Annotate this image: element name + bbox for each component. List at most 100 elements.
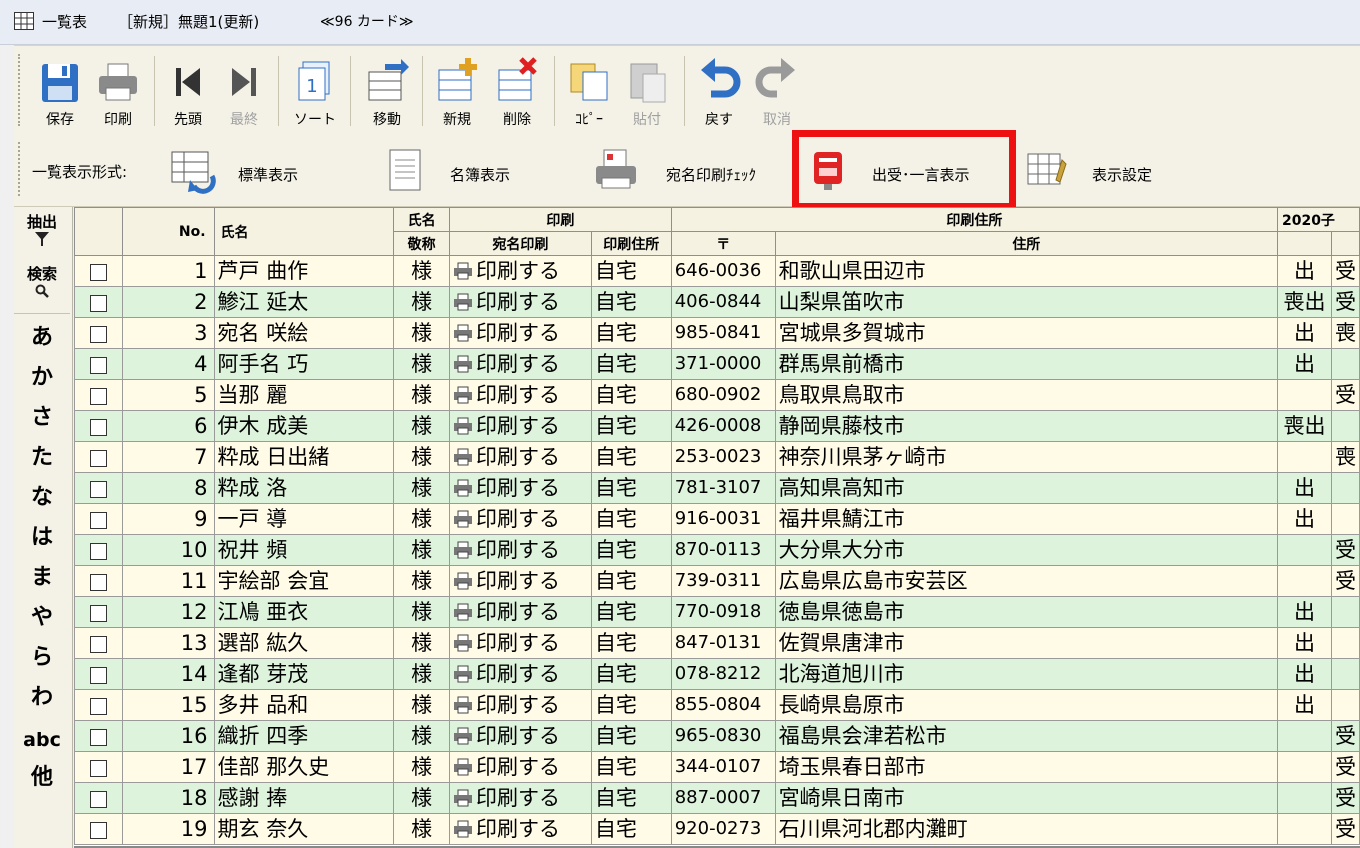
row-name[interactable]: 選部 紘久 bbox=[213, 627, 395, 659]
row-zip[interactable]: 078-8212 bbox=[670, 658, 776, 690]
mail-note-view-button[interactable]: 出受･一言表示 bbox=[804, 138, 1004, 202]
row-title[interactable]: 様 bbox=[393, 379, 451, 411]
row-received[interactable] bbox=[1330, 689, 1360, 721]
row-sent[interactable]: 出 bbox=[1276, 658, 1332, 690]
row-print[interactable]: 印刷する bbox=[449, 503, 592, 535]
row-zip[interactable]: 680-0902 bbox=[670, 379, 776, 411]
toolbar-grip[interactable] bbox=[18, 142, 22, 196]
row-checkbox[interactable] bbox=[89, 418, 107, 436]
row-sent[interactable]: 出 bbox=[1276, 348, 1332, 380]
row-sent[interactable]: 出 bbox=[1276, 317, 1332, 349]
new-button[interactable]: 新規 bbox=[428, 52, 486, 130]
index-other[interactable]: 他 bbox=[14, 765, 70, 791]
row-title[interactable]: 様 bbox=[393, 689, 451, 721]
print-group-header[interactable]: 印刷 bbox=[449, 207, 672, 232]
table-row[interactable]: 14 逢都 芽茂様 印刷する 自宅 078-8212 北海道旭川市出 bbox=[74, 658, 1360, 690]
row-sent[interactable]: 喪出 bbox=[1276, 286, 1332, 318]
row-zip[interactable]: 344-0107 bbox=[670, 751, 776, 783]
redo-button[interactable]: 取消 bbox=[748, 52, 806, 130]
row-received[interactable]: 受 bbox=[1330, 813, 1360, 845]
row-received[interactable]: 受 bbox=[1330, 379, 1360, 411]
row-address-type[interactable]: 自宅 bbox=[590, 503, 672, 535]
index-a[interactable]: あ bbox=[14, 325, 70, 351]
row-address[interactable]: 徳島県徳島市 bbox=[774, 596, 1278, 628]
table-row[interactable]: 6 伊木 成美様 印刷する 自宅 426-0008 静岡県藤枝市 喪出 bbox=[74, 410, 1360, 442]
row-name[interactable]: 祝井 頻 bbox=[213, 534, 395, 566]
row-print[interactable]: 印刷する bbox=[449, 689, 592, 721]
row-zip[interactable]: 847-0131 bbox=[670, 627, 776, 659]
print-check-button[interactable]: 宛名印刷ﾁｪｯｸ bbox=[592, 138, 782, 202]
sort-button[interactable]: 1 ソート bbox=[286, 52, 344, 130]
last-button[interactable]: 最終 bbox=[216, 52, 272, 130]
year-group-header[interactable]: 2020子 bbox=[1276, 207, 1360, 232]
no-column-header[interactable]: No. bbox=[121, 207, 215, 256]
row-address[interactable]: 神奈川県茅ヶ崎市 bbox=[774, 441, 1278, 473]
row-address-type[interactable]: 自宅 bbox=[590, 782, 672, 814]
row-print[interactable]: 印刷する bbox=[449, 410, 592, 442]
move-button[interactable]: 移動 bbox=[358, 52, 416, 130]
row-address[interactable]: 高知県高知市 bbox=[774, 472, 1278, 504]
received-column-header[interactable] bbox=[1330, 231, 1360, 256]
row-zip[interactable]: 870-0113 bbox=[670, 534, 776, 566]
row-zip[interactable]: 739-0311 bbox=[670, 565, 776, 597]
row-name[interactable]: 多井 品和 bbox=[213, 689, 395, 721]
row-name[interactable]: 当那 麗 bbox=[213, 379, 395, 411]
row-name[interactable]: 宛名 咲絵 bbox=[213, 317, 395, 349]
row-address[interactable]: 大分県大分市 bbox=[774, 534, 1278, 566]
table-row[interactable]: 15 多井 品和様 印刷する 自宅 855-0804 長崎県島原市出 bbox=[74, 689, 1360, 721]
row-sent[interactable] bbox=[1276, 379, 1332, 411]
row-received[interactable]: 受 bbox=[1330, 782, 1360, 814]
table-row[interactable]: 17 佳部 那久史様 印刷する 自宅 344-0107 埼玉県春日部市 受 bbox=[74, 751, 1360, 783]
row-checkbox[interactable] bbox=[89, 294, 107, 312]
row-zip[interactable]: 253-0023 bbox=[670, 441, 776, 473]
row-zip[interactable]: 920-0273 bbox=[670, 813, 776, 845]
row-name[interactable]: 芦戸 曲作 bbox=[213, 255, 395, 287]
row-zip[interactable]: 406-0844 bbox=[670, 286, 776, 318]
row-checkbox[interactable] bbox=[89, 697, 107, 715]
row-title[interactable]: 様 bbox=[393, 627, 451, 659]
name-group-header[interactable]: 氏名 bbox=[393, 207, 451, 232]
row-zip[interactable]: 855-0804 bbox=[670, 689, 776, 721]
row-zip[interactable]: 371-0000 bbox=[670, 348, 776, 380]
table-row[interactable]: 1 芦戸 曲作様 印刷する 自宅 646-0036 和歌山県田辺市出受 bbox=[74, 255, 1360, 287]
row-sent[interactable] bbox=[1276, 782, 1332, 814]
select-column-header[interactable] bbox=[74, 207, 123, 256]
row-address[interactable]: 広島県広島市安芸区 bbox=[774, 565, 1278, 597]
row-title[interactable]: 様 bbox=[393, 596, 451, 628]
row-title[interactable]: 様 bbox=[393, 534, 451, 566]
row-address[interactable]: 佐賀県唐津市 bbox=[774, 627, 1278, 659]
row-sent[interactable] bbox=[1276, 441, 1332, 473]
row-checkbox[interactable] bbox=[89, 666, 107, 684]
row-print[interactable]: 印刷する bbox=[449, 441, 592, 473]
toolbar-grip[interactable] bbox=[18, 54, 22, 126]
row-title[interactable]: 様 bbox=[393, 441, 451, 473]
table-row[interactable]: 11 宇絵部 会宜様 印刷する 自宅 739-0311 広島県広島市安芸区 受 bbox=[74, 565, 1360, 597]
row-name[interactable]: 逢都 芽茂 bbox=[213, 658, 395, 690]
row-name[interactable]: 宇絵部 会宜 bbox=[213, 565, 395, 597]
row-address-type[interactable]: 自宅 bbox=[590, 751, 672, 783]
row-sent[interactable] bbox=[1276, 751, 1332, 783]
row-received[interactable] bbox=[1330, 410, 1360, 442]
row-print[interactable]: 印刷する bbox=[449, 596, 592, 628]
index-ha[interactable]: は bbox=[14, 525, 70, 551]
table-row[interactable]: 7 粋成 日出緒様 印刷する 自宅 253-0023 神奈川県茅ヶ崎市 喪 bbox=[74, 441, 1360, 473]
row-name[interactable]: 感謝 捧 bbox=[213, 782, 395, 814]
row-checkbox[interactable] bbox=[89, 542, 107, 560]
row-received[interactable]: 喪 bbox=[1330, 317, 1360, 349]
table-row[interactable]: 13 選部 紘久様 印刷する 自宅 847-0131 佐賀県唐津市出 bbox=[74, 627, 1360, 659]
table-row[interactable]: 3 宛名 咲絵様 印刷する 自宅 985-0841 宮城県多賀城市出喪 bbox=[74, 317, 1360, 349]
row-sent[interactable] bbox=[1276, 565, 1332, 597]
index-abc[interactable]: abc bbox=[14, 727, 70, 753]
row-name[interactable]: 伊木 成美 bbox=[213, 410, 395, 442]
row-sent[interactable]: 出 bbox=[1276, 627, 1332, 659]
print-button[interactable]: 印刷 bbox=[90, 52, 146, 130]
row-title[interactable]: 様 bbox=[393, 255, 451, 287]
table-row[interactable]: 5 当那 麗様 印刷する 自宅 680-0902 鳥取県鳥取市 受 bbox=[74, 379, 1360, 411]
row-address-type[interactable]: 自宅 bbox=[590, 565, 672, 597]
row-name[interactable]: 江鳰 亜衣 bbox=[213, 596, 395, 628]
index-sa[interactable]: さ bbox=[14, 405, 70, 431]
table-row[interactable]: 8 粋成 洛様 印刷する 自宅 781-3107 高知県高知市出 bbox=[74, 472, 1360, 504]
row-checkbox[interactable] bbox=[89, 263, 107, 281]
row-title[interactable]: 様 bbox=[393, 720, 451, 752]
row-title[interactable]: 様 bbox=[393, 286, 451, 318]
